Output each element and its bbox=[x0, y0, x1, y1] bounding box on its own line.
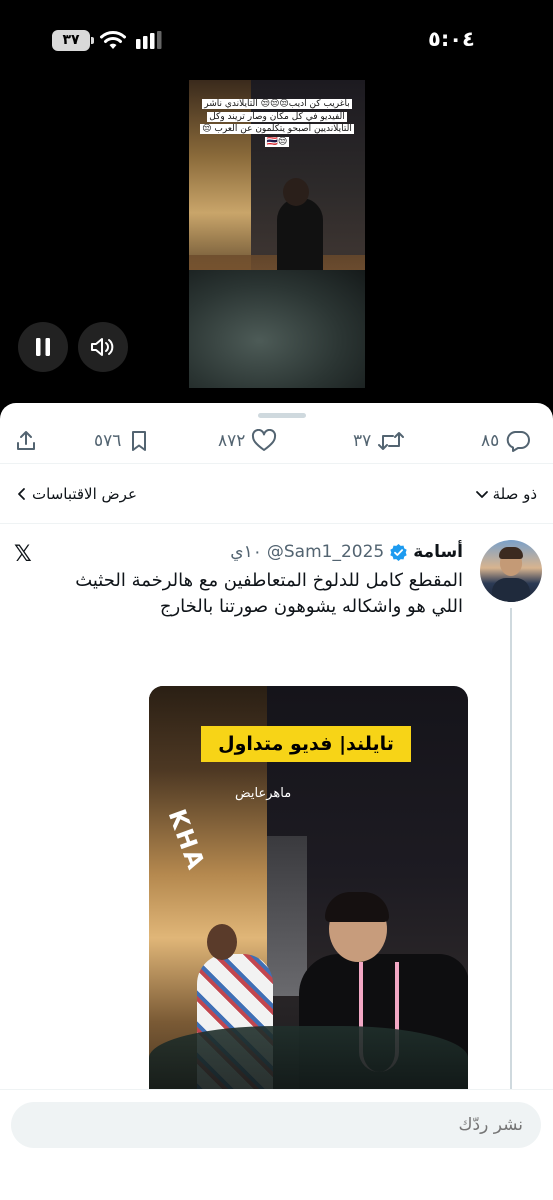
media-banner: تايلند| فديو متداول bbox=[201, 726, 411, 762]
video-player[interactable]: باغريب كن اديب😒😒😒 التايلاندي ناشر الفيدي… bbox=[0, 80, 553, 405]
x-logo-icon: 𝕏 bbox=[14, 542, 32, 567]
status-bar: ٣٧ ٥:٠٤ bbox=[0, 0, 553, 80]
speaker-icon bbox=[91, 338, 114, 356]
avatar[interactable] bbox=[480, 540, 542, 602]
status-clock: ٥:٠٤ bbox=[428, 27, 475, 51]
wifi-icon bbox=[100, 31, 126, 49]
media-person-head bbox=[207, 924, 237, 960]
related-dropdown[interactable]: ذو صلة bbox=[475, 485, 537, 503]
avatar-body bbox=[492, 578, 530, 602]
tweet-media-video[interactable]: KHA تايلند| فديو متداول ماهرعايض bbox=[149, 686, 468, 1106]
reply-input[interactable] bbox=[11, 1102, 541, 1148]
share-button[interactable] bbox=[14, 429, 38, 453]
retweet-button[interactable]: ٣٧ bbox=[353, 429, 405, 453]
tweet-header: أسامة @Sam1_2025 ١٠ي bbox=[230, 540, 463, 564]
media-person-hair bbox=[325, 892, 389, 922]
tweet-text-line: اللي هو واشكاله يشوهون صورتنا بالخارج bbox=[159, 596, 463, 617]
chevron-left-icon bbox=[18, 488, 25, 500]
tweet-text: المقطع كامل للدلوخ المتعاطفين مع هالرخمة… bbox=[23, 568, 463, 620]
bookmark-button[interactable]: ٥٧٦ bbox=[94, 429, 151, 453]
avatar-hair bbox=[499, 547, 523, 559]
tweet-action-bar: ٥٧٦ ٨٧٢ ٣٧ ٨٥ bbox=[0, 423, 553, 463]
pause-button[interactable] bbox=[18, 322, 68, 372]
tweet-sheet: ٥٧٦ ٨٧٢ ٣٧ ٨٥ ذو صلة عرض الاقتباسات أسام… bbox=[0, 403, 553, 1200]
verified-badge-icon bbox=[390, 543, 407, 561]
sheet-drag-handle[interactable] bbox=[258, 413, 306, 418]
retweet-count: ٣٧ bbox=[353, 431, 372, 451]
heart-icon bbox=[252, 429, 277, 451]
quote-row: ذو صلة عرض الاقتباسات bbox=[0, 481, 553, 513]
cellular-signal-icon bbox=[136, 31, 162, 49]
tweet-text-line: المقطع كامل للدلوخ المتعاطفين مع هالرخمة… bbox=[75, 570, 463, 591]
video-caption: باغريب كن اديب😒😒😒 التايلاندي ناشر الفيدي… bbox=[200, 99, 354, 147]
video-frame[interactable]: باغريب كن اديب😒😒😒 التايلاندي ناشر الفيدي… bbox=[189, 80, 365, 388]
battery-indicator: ٣٧ bbox=[52, 30, 94, 51]
tweet-time: ١٠ي bbox=[230, 542, 262, 562]
reply-button[interactable]: ٨٥ bbox=[481, 429, 531, 453]
divider bbox=[0, 463, 553, 464]
pause-icon bbox=[36, 338, 50, 356]
related-label: ذو صلة bbox=[492, 485, 537, 503]
reply-composer bbox=[0, 1089, 553, 1200]
reply-count: ٨٥ bbox=[481, 431, 500, 451]
author-handle[interactable]: @Sam1_2025 bbox=[267, 542, 384, 562]
reply-bubble-icon bbox=[507, 431, 531, 452]
like-count: ٨٧٢ bbox=[218, 431, 246, 451]
video-scene-head bbox=[283, 178, 309, 206]
retweet-icon bbox=[378, 432, 405, 450]
view-quotes-link[interactable]: عرض الاقتباسات bbox=[16, 485, 137, 503]
media-credit: ماهرعايض bbox=[235, 786, 292, 801]
divider bbox=[0, 523, 553, 524]
chevron-down-icon bbox=[475, 491, 488, 498]
video-scene-motorcycle bbox=[189, 270, 365, 388]
view-quotes-label: عرض الاقتباسات bbox=[32, 485, 137, 503]
share-icon bbox=[17, 431, 35, 450]
bookmark-icon bbox=[132, 431, 147, 451]
bookmark-count: ٥٧٦ bbox=[94, 431, 122, 451]
like-button[interactable]: ٨٧٢ bbox=[218, 429, 277, 453]
media-scene-building-far bbox=[267, 836, 307, 996]
author-name[interactable]: أسامة bbox=[413, 542, 463, 562]
volume-button[interactable] bbox=[78, 322, 128, 372]
